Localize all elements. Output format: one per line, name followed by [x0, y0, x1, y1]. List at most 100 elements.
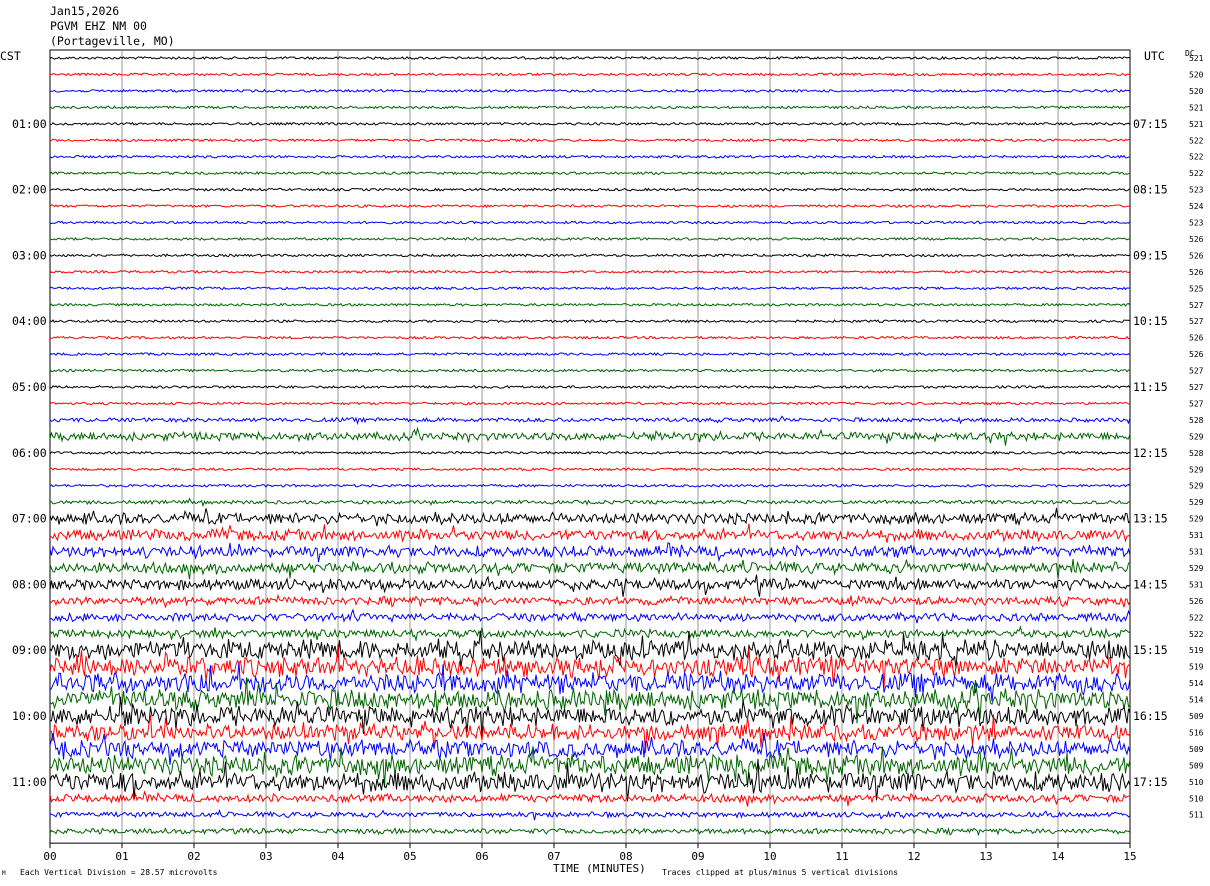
x-tick-label: 04: [331, 850, 345, 863]
dc-offset-label: 527: [1189, 383, 1204, 392]
left-hour-label: 03:00: [12, 248, 47, 262]
dc-offset-label: 523: [1189, 186, 1204, 195]
left-hour-label: 04:00: [12, 314, 47, 328]
trace-row: [49, 625, 1131, 642]
left-hour-label: 07:00: [12, 512, 47, 526]
dc-offset-label: 521: [1189, 120, 1204, 129]
dc-offset-label: 527: [1189, 399, 1204, 408]
dc-offset-label: 531: [1189, 531, 1204, 540]
dc-offset-label: 510: [1189, 794, 1204, 803]
dc-offset-label: 522: [1189, 169, 1204, 178]
dc-offset-label: 523: [1189, 219, 1204, 228]
trace-row: [49, 286, 1131, 291]
right-hour-label: 17:15: [1133, 775, 1168, 789]
dc-offset-label: 522: [1189, 153, 1204, 162]
trace-row: [49, 319, 1131, 324]
plot-frame: [49, 49, 1131, 844]
right-hour-label: 13:15: [1133, 512, 1168, 526]
trace-row: [49, 105, 1131, 110]
trace-row: [49, 574, 1131, 597]
dc-offset-label: 529: [1189, 482, 1204, 491]
trace-row: [49, 808, 1131, 821]
x-tick-label: 11: [835, 850, 848, 863]
dc-offset-label: 527: [1189, 301, 1204, 310]
right-hour-label: 10:15: [1133, 314, 1168, 328]
left-hour-label: 06:00: [12, 446, 47, 460]
trace-row: [49, 483, 1131, 488]
trace-row: [49, 507, 1131, 527]
x-tick-label: 03: [259, 850, 272, 863]
dc-offset-label: 526: [1189, 268, 1204, 277]
trace-row: [49, 733, 1131, 766]
dc-offset-label: 528: [1189, 449, 1204, 458]
right-hour-label: 12:15: [1133, 446, 1168, 460]
dc-offset-label: 520: [1189, 87, 1204, 96]
dc-offset-label: 520: [1189, 70, 1204, 79]
clip-note: Traces clipped at plus/minus 5 vertical …: [662, 868, 899, 877]
trace-row: [49, 450, 1131, 455]
x-tick-label: 06: [475, 850, 488, 863]
x-tick-label: 13: [979, 850, 992, 863]
x-tick-label: 15: [1123, 850, 1136, 863]
dc-offset-label: 528: [1189, 416, 1204, 425]
trace-row: [49, 827, 1131, 837]
dc-offset-label: 526: [1189, 251, 1204, 260]
scale-note: Each Vertical Division = 28.57 microvolt…: [20, 868, 218, 877]
dc-offset-label: 531: [1189, 548, 1204, 557]
trace-row: [49, 630, 1131, 669]
trace-row: [49, 558, 1131, 580]
dc-offset-label: 522: [1189, 630, 1204, 639]
x-tick-label: 00: [43, 850, 56, 863]
seismogram-chart: 00 01 02 03 04 05 06 07 08 09 10 11 12 13 14 1552152052…: [12, 49, 1204, 863]
dc-offset-label: 529: [1189, 498, 1204, 507]
dc-offset-label: 509: [1189, 712, 1204, 721]
dc-offset-label: 526: [1189, 350, 1204, 359]
corner-mark: M: [2, 870, 6, 877]
trace-row: [49, 352, 1131, 357]
dc-offset-label: 510: [1189, 778, 1204, 787]
trace-row: [49, 138, 1131, 143]
trace-row: [49, 269, 1131, 274]
dc-offset-label: 527: [1189, 367, 1204, 376]
trace-row: [49, 415, 1131, 426]
dc-offset-label: 509: [1189, 761, 1204, 770]
dc-offset-label: 529: [1189, 515, 1204, 524]
dc-offset-label: 509: [1189, 745, 1204, 754]
dc-offset-label: 524: [1189, 202, 1204, 211]
dc-offset-label: 514: [1189, 696, 1204, 705]
trace-row: [49, 497, 1131, 508]
x-axis-title: TIME (MINUTES): [553, 862, 646, 875]
x-tick-label: 01: [115, 850, 128, 863]
right-hour-label: 08:15: [1133, 183, 1168, 197]
left-hour-label: 02:00: [12, 183, 47, 197]
dc-offset-label: 521: [1189, 103, 1204, 112]
trace-row: [49, 253, 1131, 258]
right-hour-label: 07:15: [1133, 117, 1168, 131]
right-hour-label: 09:15: [1133, 248, 1168, 262]
dc-offset-label: 529: [1189, 564, 1204, 573]
trace-row: [49, 593, 1131, 609]
x-tick-label: 05: [403, 850, 416, 863]
trace-row: [49, 121, 1131, 126]
dc-offset-label: 525: [1189, 284, 1204, 293]
trace-row: [49, 790, 1131, 807]
right-hour-label: 11:15: [1133, 380, 1168, 394]
left-hour-label: 08:00: [12, 577, 47, 591]
left-hour-label: 11:00: [12, 775, 47, 789]
trace-row: [49, 220, 1131, 225]
trace-row: [49, 714, 1131, 753]
left-hour-label: 05:00: [12, 380, 47, 394]
dc-offset-label: 516: [1189, 728, 1204, 737]
dc-offset-label: 526: [1189, 597, 1204, 606]
trace-row: [49, 542, 1131, 563]
x-tick-label: 09: [691, 850, 704, 863]
dc-offset-label: 529: [1189, 432, 1204, 441]
x-tick-label: 12: [907, 850, 920, 863]
right-hour-label: 14:15: [1133, 577, 1168, 591]
trace-row: [50, 88, 1131, 93]
dc-offset-label: 522: [1189, 136, 1204, 145]
trace-row: [49, 55, 1131, 60]
dc-offset-label: 526: [1189, 235, 1204, 244]
dc-offset-label: 526: [1189, 334, 1204, 343]
trace-row: [49, 523, 1131, 543]
